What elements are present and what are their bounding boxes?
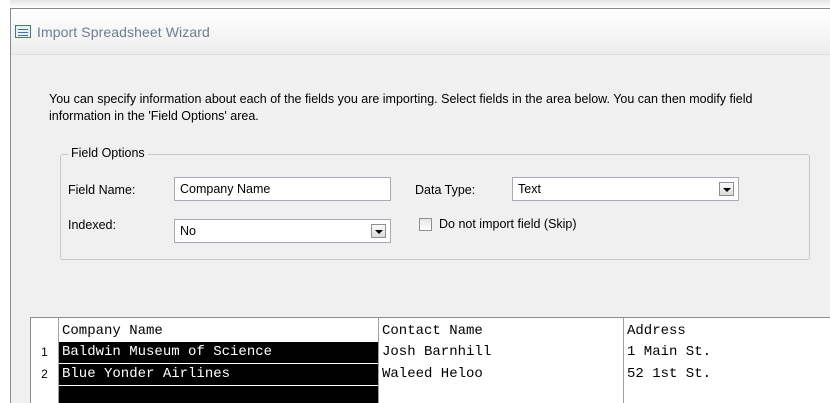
grid-cell-selected[interactable]: Blue Yonder Airlines [59, 364, 378, 385]
field-options-legend: Field Options [68, 146, 148, 160]
column-header-address[interactable]: Address [624, 321, 830, 342]
grid-cell[interactable]: 1 Main St. [624, 342, 830, 363]
grid-cell-selected[interactable]: Baldwin Museum of Science [59, 342, 378, 363]
intro-line-2: information in the 'Field Options' area. [49, 109, 259, 123]
skip-field-label[interactable]: Do not import field (Skip) [439, 217, 577, 231]
data-type-value: Text [518, 182, 541, 196]
intro-text: You can specify information about each o… [49, 91, 830, 125]
grid-cell[interactable]: Waleed Heloo [379, 364, 623, 385]
chevron-down-icon[interactable] [371, 224, 386, 238]
column-header-company-name[interactable]: Company Name [59, 321, 378, 342]
background-strip [0, 0, 830, 8]
data-type-select[interactable]: Text [512, 177, 739, 201]
indexed-label: Indexed: [68, 218, 116, 232]
field-name-label: Field Name: [68, 183, 136, 197]
indexed-select[interactable]: No [174, 219, 391, 243]
intro-line-1: You can specify information about each o… [49, 92, 753, 106]
grid-cell[interactable]: 52 1st St. [624, 364, 830, 385]
chevron-down-icon[interactable] [719, 182, 734, 196]
field-options-group: Field Options [60, 146, 810, 260]
indexed-value: No [180, 224, 196, 238]
row-number: 2 [41, 367, 48, 381]
title-bar[interactable]: Import Spreadsheet Wizard [11, 9, 830, 55]
table-app-icon [15, 25, 31, 38]
data-type-label: Data Type: [415, 183, 476, 197]
grid-cell-selected-partial[interactable] [59, 386, 378, 403]
window-title: Import Spreadsheet Wizard [37, 24, 210, 40]
row-number: 1 [41, 345, 48, 359]
grid-cell[interactable]: Josh Barnhill [379, 342, 623, 363]
skip-field-checkbox[interactable] [419, 218, 432, 231]
data-preview-grid[interactable]: Company Name Contact Name Address 1 Bald… [30, 317, 830, 403]
column-header-contact-name[interactable]: Contact Name [379, 321, 623, 342]
field-name-input[interactable]: Company Name [174, 177, 391, 201]
background-shadow [10, 0, 830, 8]
